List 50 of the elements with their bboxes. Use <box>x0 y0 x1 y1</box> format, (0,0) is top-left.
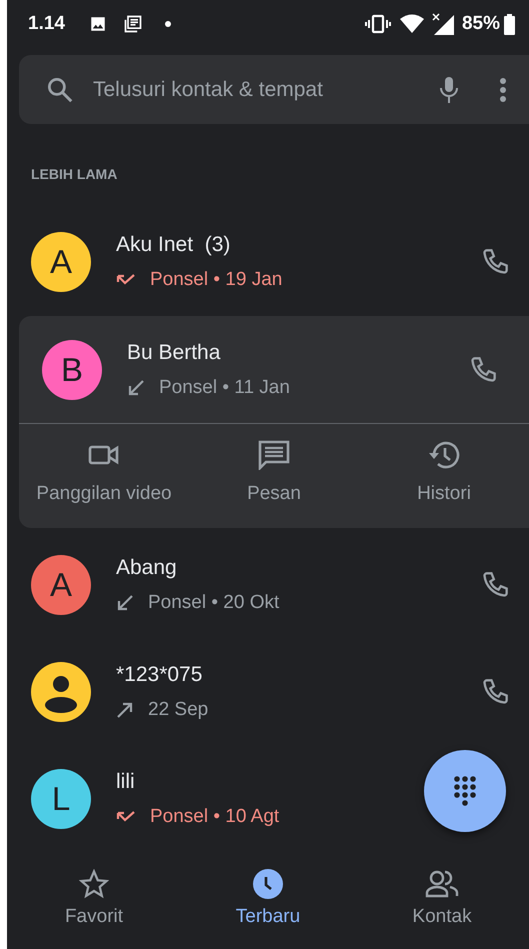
battery-percent: 85% <box>462 12 500 36</box>
clock-time: 1.14 <box>28 12 65 36</box>
phone-icon[interactable] <box>481 678 509 706</box>
signal-icon <box>432 13 454 35</box>
contact-name: Bu Bertha <box>127 340 220 366</box>
call-detail: Ponsel • 20 Okt <box>148 591 280 615</box>
contact-name: lili <box>116 768 135 794</box>
phone-icon[interactable] <box>481 248 509 276</box>
search-bar[interactable]: Telusuri kontak & tempat <box>19 55 529 124</box>
history-icon <box>428 440 460 470</box>
call-detail: Ponsel • 11 Jan <box>159 376 290 400</box>
action-button[interactable]: Panggilan video <box>19 424 189 528</box>
action-button[interactable]: Histori <box>359 424 529 528</box>
contact-avatar: A <box>31 554 91 614</box>
action-button[interactable]: Pesan <box>189 424 359 528</box>
contact-name: Aku Inet (3) <box>116 232 230 258</box>
call-row[interactable]: L lili Ponsel • 10 Agt <box>7 745 529 852</box>
message-icon <box>258 440 290 470</box>
call-row[interactable]: A Aku Inet (3) Ponsel • 19 Jan <box>7 208 529 315</box>
nav-tab[interactable]: Favorit <box>7 869 181 949</box>
section-header: LEBIH LAMA <box>30 165 118 184</box>
call-detail: Ponsel • 10 Agt <box>150 805 280 829</box>
call-detail: Ponsel • 19 Jan <box>150 268 282 292</box>
battery-icon <box>504 14 515 34</box>
dot-icon <box>164 21 171 27</box>
clock-icon <box>253 869 283 899</box>
contact-avatar: B <box>42 340 102 400</box>
news-icon <box>122 14 143 34</box>
contact-avatar: L <box>31 768 91 828</box>
nav-tab[interactable]: Kontak <box>355 869 529 949</box>
dialpad-icon <box>453 775 477 807</box>
phone-icon[interactable] <box>481 570 509 598</box>
call-row[interactable]: *123*075 22 Sep <box>7 638 529 745</box>
more-options-icon[interactable] <box>499 76 507 102</box>
contact-name: Abang <box>116 554 177 580</box>
call-detail: 22 Sep <box>148 698 208 722</box>
star-icon <box>79 869 109 899</box>
call-row[interactable]: A Abang Ponsel • 20 Okt <box>7 531 529 638</box>
people-icon <box>425 869 459 899</box>
call-row[interactable]: B Bu Bertha Ponsel • 11 Jan <box>19 316 529 423</box>
video-camera-icon <box>88 443 120 467</box>
contact-name: *123*075 <box>116 662 202 688</box>
wifi-icon <box>400 14 424 34</box>
phone-icon[interactable] <box>469 356 497 384</box>
nav-tab[interactable]: Terbaru <box>181 869 355 949</box>
contact-avatar: A <box>31 232 91 292</box>
microphone-icon[interactable] <box>437 74 461 104</box>
search-field[interactable]: Telusuri kontak & tempat <box>91 72 437 106</box>
vibrate-icon <box>364 14 391 34</box>
image-icon <box>88 15 107 33</box>
